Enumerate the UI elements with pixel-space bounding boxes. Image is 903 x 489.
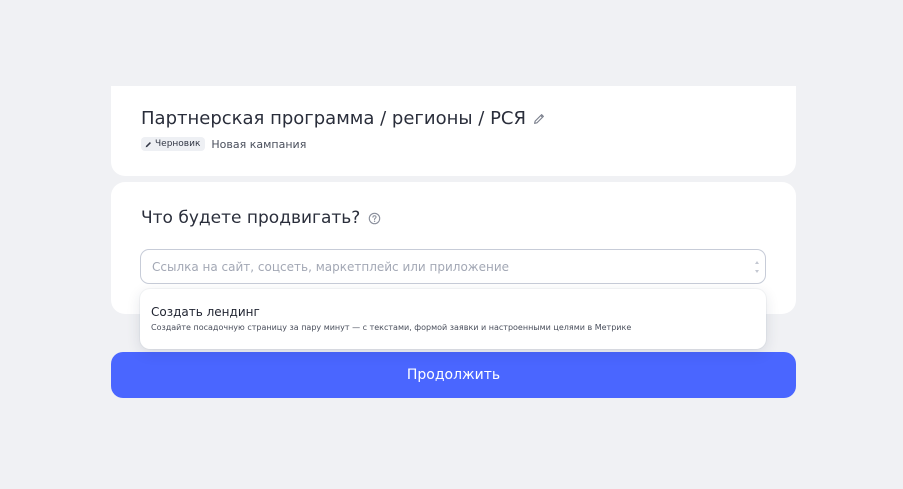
dropdown-item-create-landing[interactable]: Создать лендинг Создайте посадочную стра… — [140, 289, 766, 349]
url-input-wrapper — [140, 249, 766, 284]
continue-button[interactable]: Продолжить — [111, 352, 796, 398]
promote-title-row: Что будете продвигать? — [141, 208, 381, 228]
dropdown-item-description: Создайте посадочную страницу за пару мин… — [151, 323, 632, 332]
suggestion-dropdown: Создать лендинг Создайте посадочную стра… — [140, 289, 766, 349]
help-icon[interactable] — [368, 212, 381, 225]
pencil-icon[interactable] — [532, 112, 546, 126]
status-badge-label: Черновик — [155, 139, 201, 149]
badge-pencil-icon — [145, 141, 151, 147]
url-input[interactable] — [141, 250, 765, 283]
page: Партнерская программа / регионы / РСЯ Че… — [0, 0, 903, 489]
campaign-meta-row: Черновик Новая кампания — [141, 137, 306, 151]
dropdown-item-title: Создать лендинг — [151, 305, 260, 319]
input-scroll-arrows-icon[interactable] — [753, 256, 761, 278]
status-badge: Черновик — [141, 137, 206, 151]
campaign-title: Партнерская программа / регионы / РСЯ — [141, 108, 526, 129]
campaign-title-row: Партнерская программа / регионы / РСЯ — [141, 108, 546, 129]
promote-title: Что будете продвигать? — [141, 208, 361, 228]
campaign-header-card: Партнерская программа / регионы / РСЯ Че… — [111, 86, 796, 176]
campaign-type: Новая кампания — [211, 137, 307, 151]
